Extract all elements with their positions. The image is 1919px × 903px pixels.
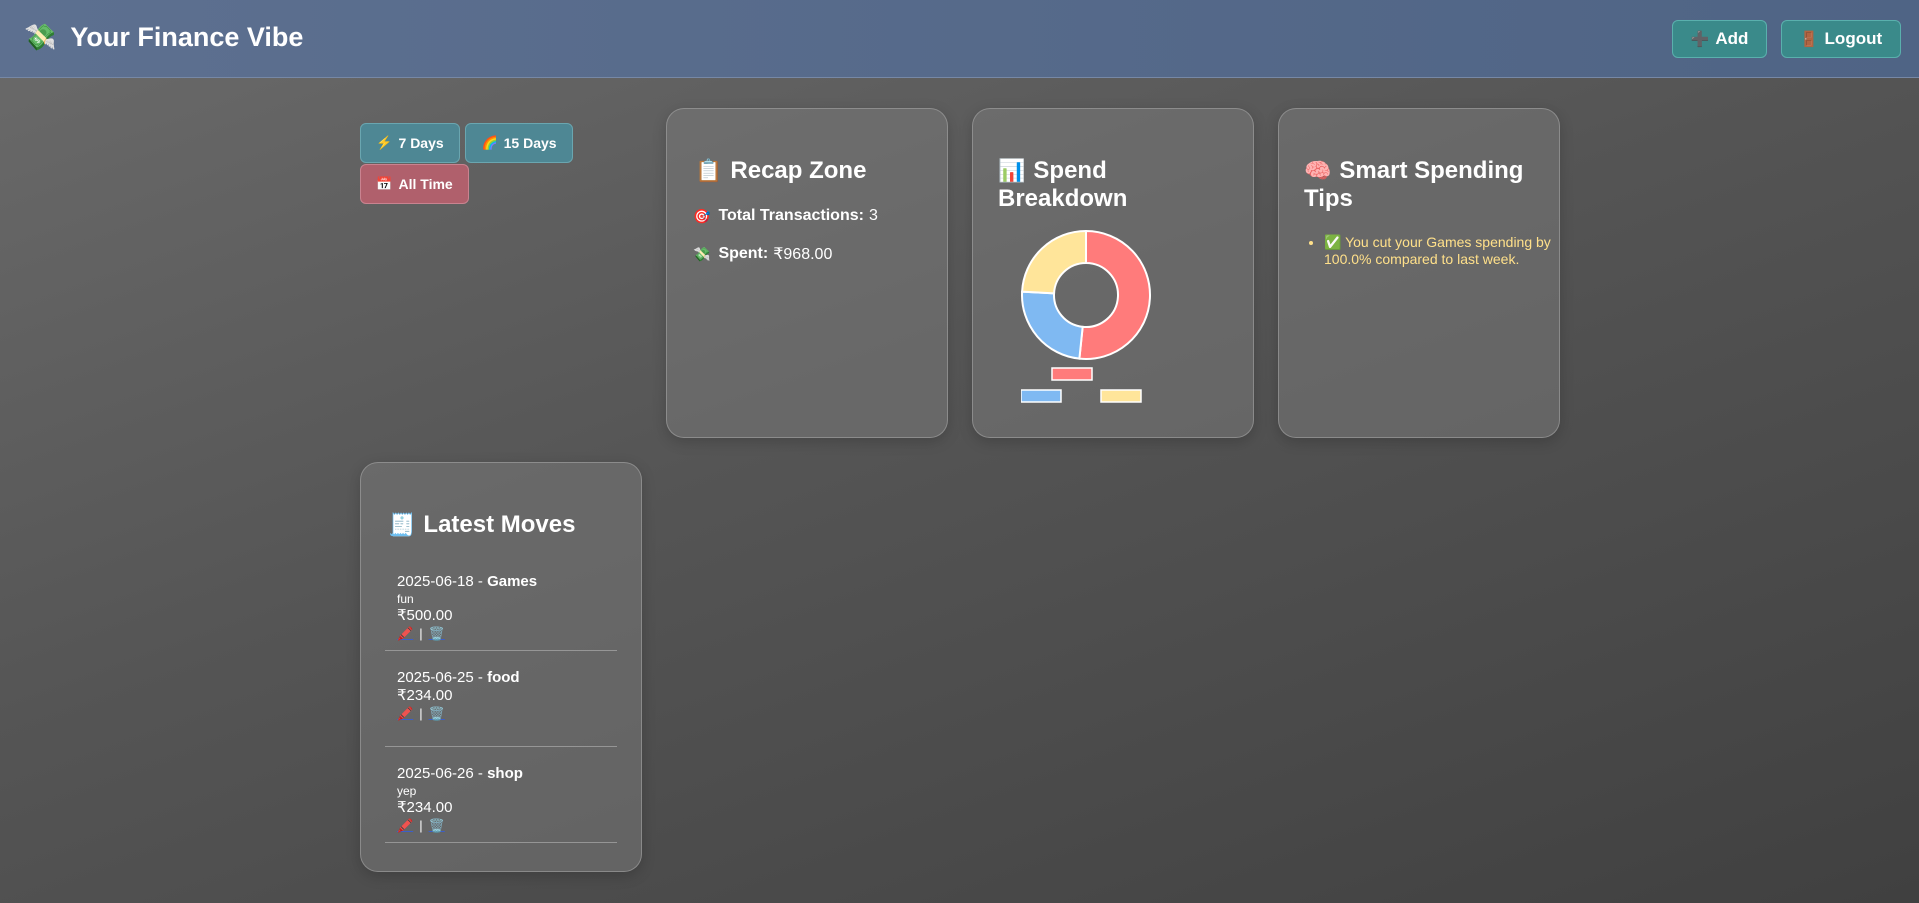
logout-button-label: Logout	[1824, 29, 1883, 48]
spend-donut-chart	[1020, 229, 1201, 440]
spent-value: ₹968.00	[773, 246, 833, 263]
transaction-item: 2025-06-18 - Games fun ₹500.00 🖍️ | 🗑️	[385, 572, 617, 651]
smart-tips-card: 🧠Smart Spending Tips ✅ You cut your Game…	[1278, 108, 1560, 438]
legend-swatch-games[interactable]	[1051, 367, 1093, 381]
transaction-amount: ₹234.00	[397, 687, 453, 704]
plus-icon: ➕	[1690, 31, 1710, 48]
transaction-heading: 2025-06-25 - food	[397, 668, 617, 687]
transaction-date: 2025-06-26	[397, 765, 474, 782]
tip-item: ✅ You cut your Games spending by 100.0% …	[1324, 234, 1564, 268]
transaction-category: food	[487, 669, 520, 686]
legend-swatch-food[interactable]	[1020, 389, 1062, 403]
lightning-icon: ⚡	[376, 135, 393, 150]
delete-icon[interactable]: 🗑️	[429, 818, 445, 833]
filter-all-time-button[interactable]: 📅 All Time	[360, 164, 469, 204]
action-separator: |	[419, 706, 423, 721]
transaction-item: 2025-06-26 - shop yep ₹234.00 🖍️ | 🗑️	[385, 747, 617, 843]
transaction-actions: 🖍️ | 🗑️	[397, 625, 617, 643]
recap-card: 📋 Recap Zone 🎯 Total Transactions: 3 💸 Sp…	[666, 108, 948, 438]
transaction-actions: 🖍️ | 🗑️	[397, 817, 617, 835]
edit-icon[interactable]: 🖍️	[397, 706, 413, 721]
total-transactions-value: 3	[868, 207, 878, 224]
transaction-note: fun	[397, 592, 414, 606]
latest-moves-card: 🧾 Latest Moves 2025-06-18 - Games fun ₹50…	[360, 462, 642, 872]
filter-15-days-button[interactable]: 🌈 15 Days	[465, 123, 573, 163]
spend-breakdown-card: 📊 Spend Breakdown	[972, 108, 1254, 438]
tips-list: ✅ You cut your Games spending by 100.0% …	[1304, 234, 1564, 268]
smart-tips-title-text: Smart Spending Tips	[1304, 157, 1524, 212]
donut-slice-food[interactable]	[1021, 290, 1084, 360]
spend-breakdown-title: 📊 Spend Breakdown	[998, 157, 1238, 213]
transaction-amount: ₹500.00	[397, 607, 453, 624]
donut-slice-shop[interactable]	[1021, 229, 1087, 295]
brand[interactable]: 💸 Your Finance Vibe	[24, 22, 303, 53]
transaction-note: yep	[397, 784, 417, 798]
filter-label: All Time	[398, 176, 453, 192]
transaction-dash: -	[477, 669, 483, 686]
donut-slice-games[interactable]	[1078, 229, 1151, 360]
transaction-amount: ₹234.00	[397, 799, 453, 816]
transaction-date: 2025-06-25	[397, 669, 474, 686]
edit-icon[interactable]: 🖍️	[397, 626, 413, 641]
transaction-date: 2025-06-18	[397, 573, 474, 590]
rainbow-icon: 🌈	[481, 135, 498, 150]
legend-swatch-shop[interactable]	[1100, 389, 1142, 403]
action-separator: |	[419, 818, 423, 833]
spent-stat: 💸 Spent: ₹968.00	[693, 244, 832, 264]
bar-chart-icon: 📊	[998, 158, 1026, 183]
check-icon: ✅	[1324, 234, 1342, 250]
transaction-category: shop	[487, 765, 523, 782]
money-wings-icon: 💸	[24, 22, 57, 52]
spent-label: Spent:	[718, 245, 769, 262]
latest-moves-title-text: Latest Moves	[423, 511, 576, 538]
clipboard-icon: 📋	[695, 158, 723, 183]
edit-icon[interactable]: 🖍️	[397, 818, 413, 833]
filter-7-days-button[interactable]: ⚡ 7 Days	[360, 123, 460, 163]
recap-title: 📋 Recap Zone	[695, 157, 935, 185]
transaction-actions: 🖍️ | 🗑️	[397, 705, 617, 723]
total-transactions-stat: 🎯 Total Transactions: 3	[693, 207, 878, 225]
smart-tips-title: 🧠 Smart Spending Tips	[1304, 157, 1544, 213]
transaction-item: 2025-06-25 - food ₹234.00 🖍️ | 🗑️	[385, 668, 617, 747]
transaction-dash: -	[477, 573, 483, 590]
receipt-icon: 🧾	[388, 512, 416, 537]
add-button-label: Add	[1715, 29, 1749, 48]
transaction-category: Games	[487, 573, 538, 590]
tip-text: You cut your Games spending by 100.0% co…	[1324, 234, 1551, 267]
total-transactions-label: Total Transactions:	[718, 207, 864, 224]
add-button[interactable]: ➕ Add	[1672, 20, 1767, 58]
transaction-dash: -	[477, 765, 483, 782]
transaction-heading: 2025-06-26 - shop	[397, 764, 617, 783]
calendar-icon: 📅	[376, 176, 393, 191]
filter-label: 15 Days	[503, 135, 557, 151]
transaction-heading: 2025-06-18 - Games	[397, 572, 617, 591]
recap-title-text: Recap Zone	[730, 157, 867, 184]
donut-chart-svg	[1020, 229, 1151, 403]
app-title: Your Finance Vibe	[70, 22, 304, 52]
logout-button[interactable]: 🚪 Logout	[1781, 20, 1901, 58]
filter-label: 7 Days	[398, 135, 444, 151]
money-wings-icon: 💸	[693, 245, 711, 262]
brain-icon: 🧠	[1304, 158, 1332, 183]
delete-icon[interactable]: 🗑️	[429, 626, 445, 641]
action-separator: |	[419, 626, 423, 641]
top-navbar: 💸 Your Finance Vibe ➕ Add 🚪 Logout	[0, 0, 1919, 78]
latest-moves-title: 🧾 Latest Moves	[388, 511, 575, 539]
delete-icon[interactable]: 🗑️	[429, 706, 445, 721]
target-icon: 🎯	[693, 207, 711, 224]
door-icon: 🚪	[1799, 31, 1819, 48]
